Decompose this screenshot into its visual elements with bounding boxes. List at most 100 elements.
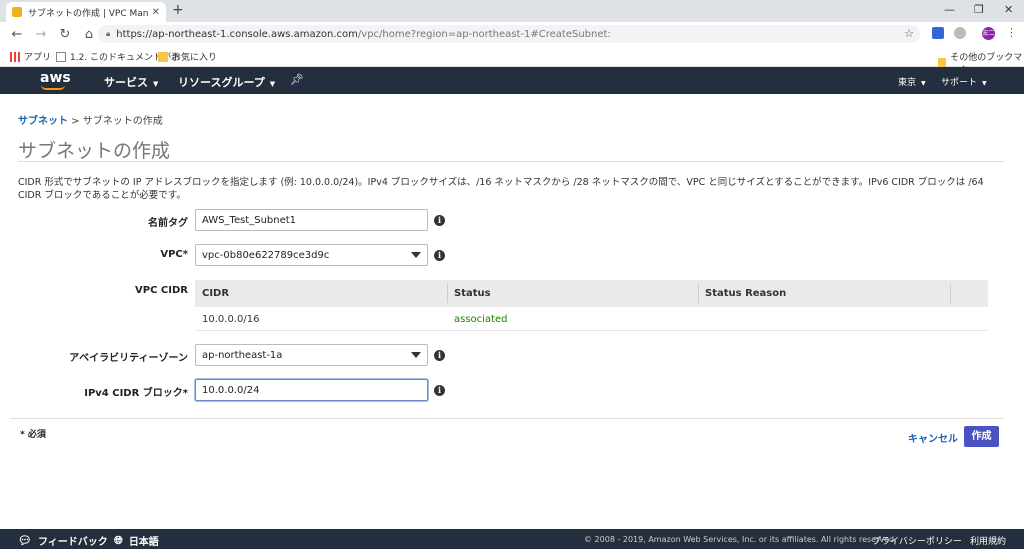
- actions-divider: [10, 418, 1004, 419]
- info-icon[interactable]: i: [434, 350, 445, 361]
- address-bar: ← → ↻ ⌂ 🔒︎ https://ap-northeast-1.consol…: [0, 22, 1024, 46]
- vpc-value: vpc-0b80e622789ce3d9c: [202, 249, 330, 261]
- dropdown-arrow-icon: [411, 252, 421, 258]
- availability-zone-value: ap-northeast-1a: [202, 349, 283, 361]
- table-header: CIDR Status Status Reason: [195, 280, 988, 307]
- info-icon[interactable]: i: [434, 250, 445, 261]
- support-label: サポート: [941, 78, 978, 88]
- name-tag-label: 名前タグ: [148, 218, 188, 229]
- extension-icon[interactable]: [954, 27, 966, 39]
- ipv4-cidr-input[interactable]: 10.0.0.0/24: [195, 379, 428, 401]
- dropdown-arrow-icon: [411, 352, 421, 358]
- support-menu[interactable]: サポート ▼: [941, 75, 987, 88]
- breadcrumb-separator: >: [68, 116, 83, 127]
- name-tag-input[interactable]: AWS_Test_Subnet1: [195, 209, 428, 231]
- column-divider: [698, 284, 699, 303]
- bookmark-apps[interactable]: アプリ: [10, 50, 51, 63]
- home-icon[interactable]: ⌂: [82, 27, 96, 42]
- cidr-cell: 10.0.0.0/16: [202, 314, 260, 325]
- vpc-label: VPC*: [160, 249, 188, 260]
- resource-groups-menu[interactable]: リソースグループ ▼: [178, 74, 275, 90]
- language-label: 日本語: [128, 537, 159, 548]
- column-divider: [447, 284, 448, 303]
- browser-tab-bar: サブネットの作成 | VPC Manageme ✕ + — ❐ ✕: [0, 0, 1024, 22]
- bookmark-apps-label: アプリ: [24, 53, 52, 63]
- profile-avatar[interactable]: 宏二: [982, 27, 995, 40]
- breadcrumb: サブネット > サブネットの作成: [18, 112, 163, 127]
- aws-favicon-icon: [12, 7, 22, 17]
- feedback-button[interactable]: 💬︎ フィードバック: [18, 533, 108, 548]
- terms-link[interactable]: 利用規約: [970, 534, 1006, 547]
- region-menu[interactable]: 東京 ▼: [898, 75, 926, 88]
- url-bar[interactable]: 🔒︎ https://ap-northeast-1.console.aws.am…: [98, 25, 920, 43]
- url-host: https://ap-northeast-1.console.aws.amazo…: [116, 28, 358, 40]
- info-icon[interactable]: i: [434, 385, 445, 396]
- feedback-label: フィードバック: [37, 537, 108, 548]
- breadcrumb-current: サブネットの作成: [82, 116, 163, 127]
- bookmark-favorites[interactable]: お気に入り: [158, 50, 217, 63]
- availability-zone-label: アベイラビリティーゾーン: [69, 353, 188, 364]
- bookmarks-bar: アプリ 1.2. このドキュメントが示 お気に入り その他のブックマーク: [0, 46, 1024, 76]
- url-text: https://ap-northeast-1.console.aws.amazo…: [116, 29, 611, 40]
- column-header-status-reason: Status Reason: [705, 288, 787, 299]
- vpc-cidr-table: CIDR Status Status Reason 10.0.0.0/16 as…: [195, 280, 988, 331]
- tab-close-icon[interactable]: ✕: [152, 7, 160, 18]
- browser-tab[interactable]: サブネットの作成 | VPC Manageme ✕: [6, 2, 166, 22]
- browser-menu-icon[interactable]: ⋮: [1006, 26, 1017, 39]
- table-row: 10.0.0.0/16 associated: [195, 307, 988, 331]
- page-icon: [56, 51, 66, 62]
- chevron-down-icon: ▼: [921, 80, 926, 87]
- ipv4-cidr-label: IPv4 CIDR ブロック*: [84, 388, 188, 399]
- column-header-status: Status: [454, 288, 491, 299]
- create-button[interactable]: 作成: [964, 426, 999, 447]
- aws-smile-icon: [41, 85, 65, 90]
- services-menu[interactable]: サービス ▼: [104, 74, 158, 90]
- vpc-select[interactable]: vpc-0b80e622789ce3d9c: [195, 244, 428, 266]
- copyright-text: © 2008 - 2019, Amazon Web Services, Inc.…: [584, 535, 897, 544]
- availability-zone-select[interactable]: ap-northeast-1a: [195, 344, 428, 366]
- privacy-policy-link[interactable]: プライバシーポリシー: [872, 534, 962, 547]
- chevron-down-icon: ▼: [269, 80, 276, 88]
- window-close-button[interactable]: ✕: [1004, 3, 1013, 16]
- chevron-down-icon: ▼: [153, 80, 159, 88]
- status-cell: associated: [454, 314, 508, 325]
- pin-icon[interactable]: 📌︎: [290, 73, 304, 86]
- back-icon[interactable]: ←: [10, 27, 24, 42]
- page-description: CIDR 形式でサブネットの IP アドレスブロックを指定します (例: 10.…: [18, 177, 984, 201]
- bookmark-star-icon[interactable]: ☆: [904, 27, 914, 40]
- globe-icon: 🌐︎: [114, 533, 123, 547]
- aws-logo-text: aws: [40, 70, 71, 86]
- minimize-button[interactable]: —: [944, 3, 955, 16]
- tab-title: サブネットの作成 | VPC Manageme: [28, 8, 148, 19]
- language-selector[interactable]: 🌐︎ 日本語: [114, 533, 159, 549]
- aws-top-nav: aws サービス ▼ リソースグループ ▼ 📌︎ 東京 ▼ サポート ▼: [0, 67, 1024, 94]
- apps-grid-icon: [10, 51, 20, 62]
- url-path: /vpc/home?region=ap-northeast-1#CreateSu…: [357, 28, 611, 40]
- console-footer: 💬︎ フィードバック 🌐︎ 日本語 © 2008 - 2019, Amazon …: [0, 529, 1024, 549]
- services-label: サービス: [104, 76, 148, 89]
- extension-icon[interactable]: [932, 27, 944, 39]
- page-title: サブネットの作成: [18, 140, 171, 162]
- vpc-cidr-label: VPC CIDR: [135, 285, 188, 296]
- title-divider: [18, 161, 1004, 162]
- required-note: * 必須: [20, 430, 46, 440]
- region-label: 東京: [898, 78, 917, 88]
- forward-icon[interactable]: →: [34, 27, 48, 42]
- info-icon[interactable]: i: [434, 215, 445, 226]
- ipv4-cidr-value: 10.0.0.0/24: [202, 384, 260, 396]
- chevron-down-icon: ▼: [982, 80, 987, 87]
- new-tab-button[interactable]: +: [172, 2, 184, 18]
- reload-icon[interactable]: ↻: [58, 27, 72, 42]
- column-divider: [950, 284, 951, 303]
- name-tag-value: AWS_Test_Subnet1: [202, 214, 297, 226]
- bookmark-favorites-label: お気に入り: [172, 53, 218, 63]
- column-header-cidr: CIDR: [202, 288, 230, 299]
- cancel-button[interactable]: キャンセル: [908, 430, 958, 445]
- resource-groups-label: リソースグループ: [178, 76, 265, 89]
- maximize-button[interactable]: ❐: [974, 3, 984, 16]
- lock-icon: 🔒︎: [106, 29, 111, 38]
- aws-logo[interactable]: aws: [40, 70, 71, 90]
- speech-bubble-icon: 💬︎: [18, 534, 32, 547]
- folder-icon: [158, 51, 168, 62]
- breadcrumb-subnets-link[interactable]: サブネット: [18, 116, 68, 127]
